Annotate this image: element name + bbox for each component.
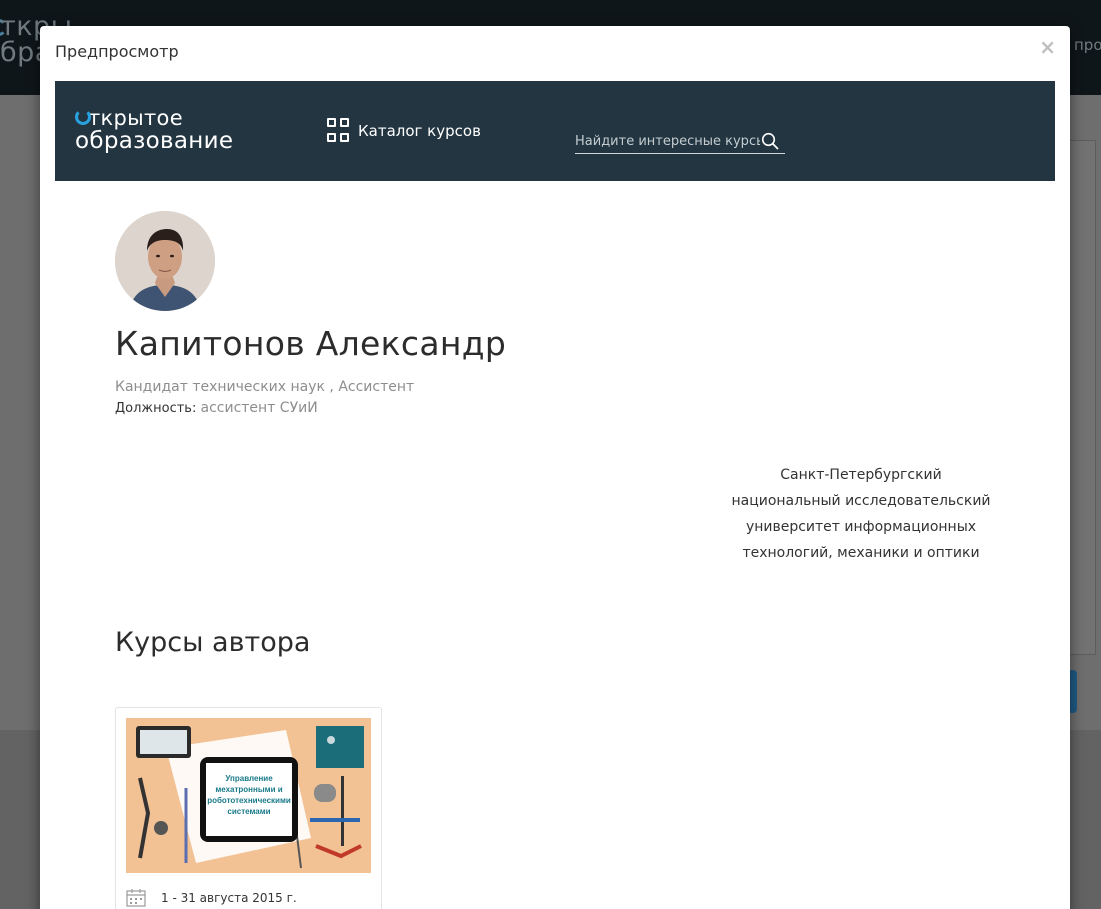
- catalog-link[interactable]: Каталог курсов: [327, 118, 481, 144]
- background-panel: [1070, 140, 1096, 655]
- avatar: [115, 211, 215, 311]
- search-input[interactable]: [575, 130, 760, 153]
- search-icon[interactable]: [761, 132, 779, 150]
- grid-icon: [327, 118, 349, 144]
- catalog-label: Каталог курсов: [358, 122, 481, 140]
- course-card[interactable]: Управление мехатронными и робототехничес…: [115, 707, 382, 909]
- search-box: [575, 130, 785, 154]
- courses-section-title: Курсы автора: [115, 627, 311, 658]
- background-button: [1070, 670, 1077, 713]
- course-date: 1 - 31 августа 2015 г.: [126, 888, 297, 907]
- close-icon[interactable]: ×: [1039, 35, 1056, 59]
- author-degree: Кандидат технических наук , Ассистент: [115, 379, 415, 395]
- preview-modal: Предпросмотр × ткрытое образование Катал…: [40, 26, 1070, 909]
- logo-ring-icon: [75, 109, 91, 125]
- site-logo[interactable]: ткрытое образование: [75, 107, 233, 153]
- university-name: Санкт-Петербургский национальный исследо…: [731, 467, 991, 561]
- position-label: Должность:: [115, 401, 197, 416]
- calendar-icon: [126, 889, 146, 907]
- author-name: Капитонов Александр: [115, 324, 507, 363]
- course-date-text: 1 - 31 августа 2015 г.: [161, 890, 297, 905]
- background-right-text: про: [1074, 36, 1101, 54]
- course-image: Управление мехатронными и робототехничес…: [126, 718, 371, 873]
- author-position: Должность: ассистент СУиИ: [115, 400, 318, 416]
- position-value: ассистент СУиИ: [200, 400, 318, 416]
- site-header: ткрытое образование Каталог курсов: [55, 81, 1055, 181]
- course-image-title: Управление мехатронными и робототехничес…: [207, 774, 291, 816]
- modal-title: Предпросмотр: [55, 42, 179, 61]
